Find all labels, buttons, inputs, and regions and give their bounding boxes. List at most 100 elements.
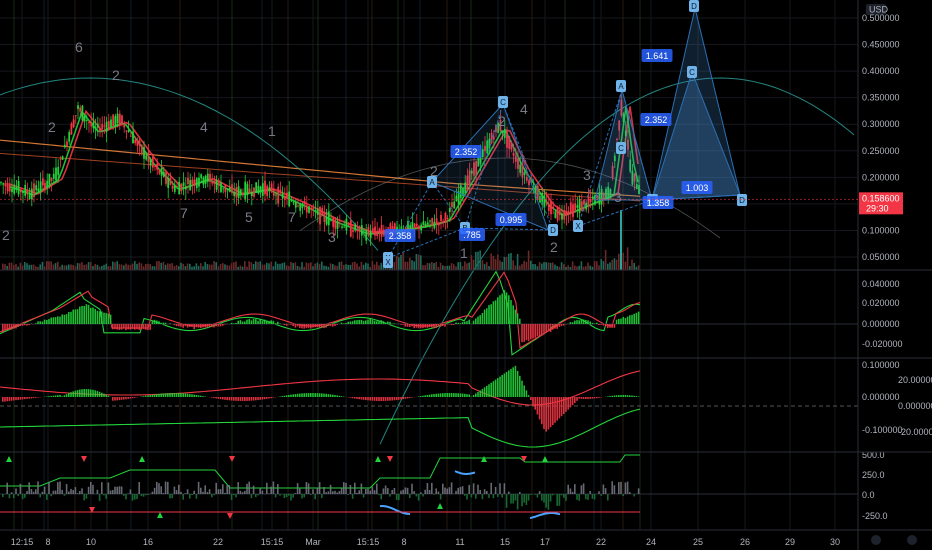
candle-body	[367, 227, 370, 236]
histogram-bar	[46, 319, 48, 324]
histogram-bar	[169, 323, 171, 324]
dotted-blue-curve	[379, 504, 411, 515]
candle-body	[321, 208, 324, 216]
histogram-bar	[30, 397, 33, 399]
candle-body	[305, 205, 308, 213]
volume-bar	[585, 266, 587, 270]
signal-marker	[139, 456, 145, 462]
histogram-bar	[629, 395, 631, 397]
price-pane[interactable]: XABCDXABCDCDXBD2.3521.6412.3520.9951.003…	[0, 0, 855, 520]
candle-body	[552, 206, 555, 209]
histogram-bar	[433, 494, 435, 495]
histogram-bar	[611, 395, 613, 397]
oscillator-pane-2[interactable]: 0.100000 0.000000 -0.100000 20.000000 0.0000…	[0, 360, 932, 437]
candle-body	[182, 182, 185, 186]
volume-bar	[248, 261, 250, 270]
volume-bar	[162, 261, 165, 270]
histogram-bar	[576, 397, 578, 401]
pattern-point-label: X	[385, 258, 391, 267]
volume-bar	[450, 263, 453, 270]
histogram-bar	[409, 494, 411, 499]
histogram-bar	[186, 393, 189, 397]
candle-body	[440, 214, 442, 222]
histogram-bar	[28, 397, 30, 399]
histogram-bar	[444, 487, 446, 494]
histogram-bar	[334, 490, 336, 494]
histogram-bar	[459, 393, 462, 397]
histogram-bar	[294, 493, 297, 494]
histogram-bar	[598, 491, 600, 494]
histogram-bar	[585, 397, 587, 399]
histogram-bar	[457, 393, 459, 397]
histogram-bar	[175, 490, 178, 494]
pattern-point-label: A	[429, 178, 435, 187]
price-axis[interactable]: USD0.5000000.4500000.4000000.3500000.300…	[862, 4, 900, 262]
candle-body	[341, 226, 343, 228]
histogram-bar	[215, 324, 217, 327]
histogram-bar	[435, 324, 437, 329]
oscillator-pane-3[interactable]: 500.0250.00.0-250.0	[0, 450, 888, 521]
histogram-bar	[32, 397, 35, 399]
volume-bar	[189, 263, 191, 270]
histogram-bar	[349, 484, 352, 494]
candle-body	[2, 183, 5, 185]
axis-corner-buttons[interactable]	[871, 535, 917, 545]
volume-bar	[505, 256, 508, 270]
volume-bar	[46, 261, 48, 270]
volume-bar	[76, 263, 79, 270]
histogram-bar	[171, 494, 173, 499]
histogram-bar	[70, 488, 72, 494]
histogram-bar	[624, 318, 627, 324]
volume-bar	[180, 262, 182, 270]
osc2-right-tick-label: 20.000000	[898, 375, 932, 385]
histogram-bar	[402, 397, 404, 400]
histogram-bar	[107, 313, 110, 324]
histogram-bar	[527, 395, 530, 397]
histogram-bar	[189, 494, 191, 499]
histogram-bar	[613, 324, 616, 328]
histogram-bar	[376, 397, 378, 401]
histogram-bar	[327, 324, 330, 326]
volume-bar	[560, 262, 563, 270]
elliott-wave-label: 4	[200, 119, 208, 135]
candle-body	[323, 212, 326, 222]
histogram-bar	[340, 396, 343, 397]
candle-body	[96, 123, 99, 128]
candle-body	[319, 206, 321, 225]
histogram-bar	[299, 393, 301, 397]
elliott-wave-label: 2	[430, 163, 438, 179]
time-tick-label: 26	[740, 537, 750, 547]
histogram-bar	[226, 485, 228, 494]
histogram-bar	[505, 292, 508, 324]
histogram-bar	[549, 494, 552, 502]
histogram-bar	[85, 389, 88, 397]
histogram-bar	[28, 324, 30, 326]
histogram-bar	[6, 482, 8, 494]
time-axis[interactable]: 12:15 8 10 16 22 15:15 Mar 15:15 8 11 15 17 22 24 25 26…	[11, 537, 840, 547]
candle-body	[334, 219, 337, 229]
histogram-bar	[178, 484, 180, 494]
histogram-bar	[162, 393, 165, 397]
time-tick-label: Mar	[305, 537, 321, 547]
candle-body	[228, 187, 231, 192]
log-scale-button[interactable]	[907, 535, 917, 545]
histogram-bar	[233, 323, 235, 324]
histogram-bar	[323, 393, 325, 397]
volume-bar	[626, 247, 629, 270]
fib-ratio-label: .785	[463, 230, 481, 240]
candle-body	[580, 201, 583, 212]
histogram-bar	[90, 389, 92, 397]
oscillator-pane-1[interactable]: 0.040000 0.020000 0.000000 -0.020000	[0, 279, 903, 349]
candle-body	[563, 210, 566, 220]
histogram-bar	[318, 482, 321, 494]
auto-scale-button[interactable]	[871, 535, 881, 545]
histogram-bar	[543, 324, 545, 335]
histogram-bar	[63, 395, 66, 397]
histogram-bar	[153, 487, 156, 494]
candle-body	[556, 206, 559, 221]
histogram-bar	[288, 494, 290, 496]
histogram-bar	[534, 324, 536, 338]
volume-bar	[87, 262, 90, 270]
histogram-bar	[325, 324, 327, 328]
histogram-bar	[37, 481, 39, 494]
